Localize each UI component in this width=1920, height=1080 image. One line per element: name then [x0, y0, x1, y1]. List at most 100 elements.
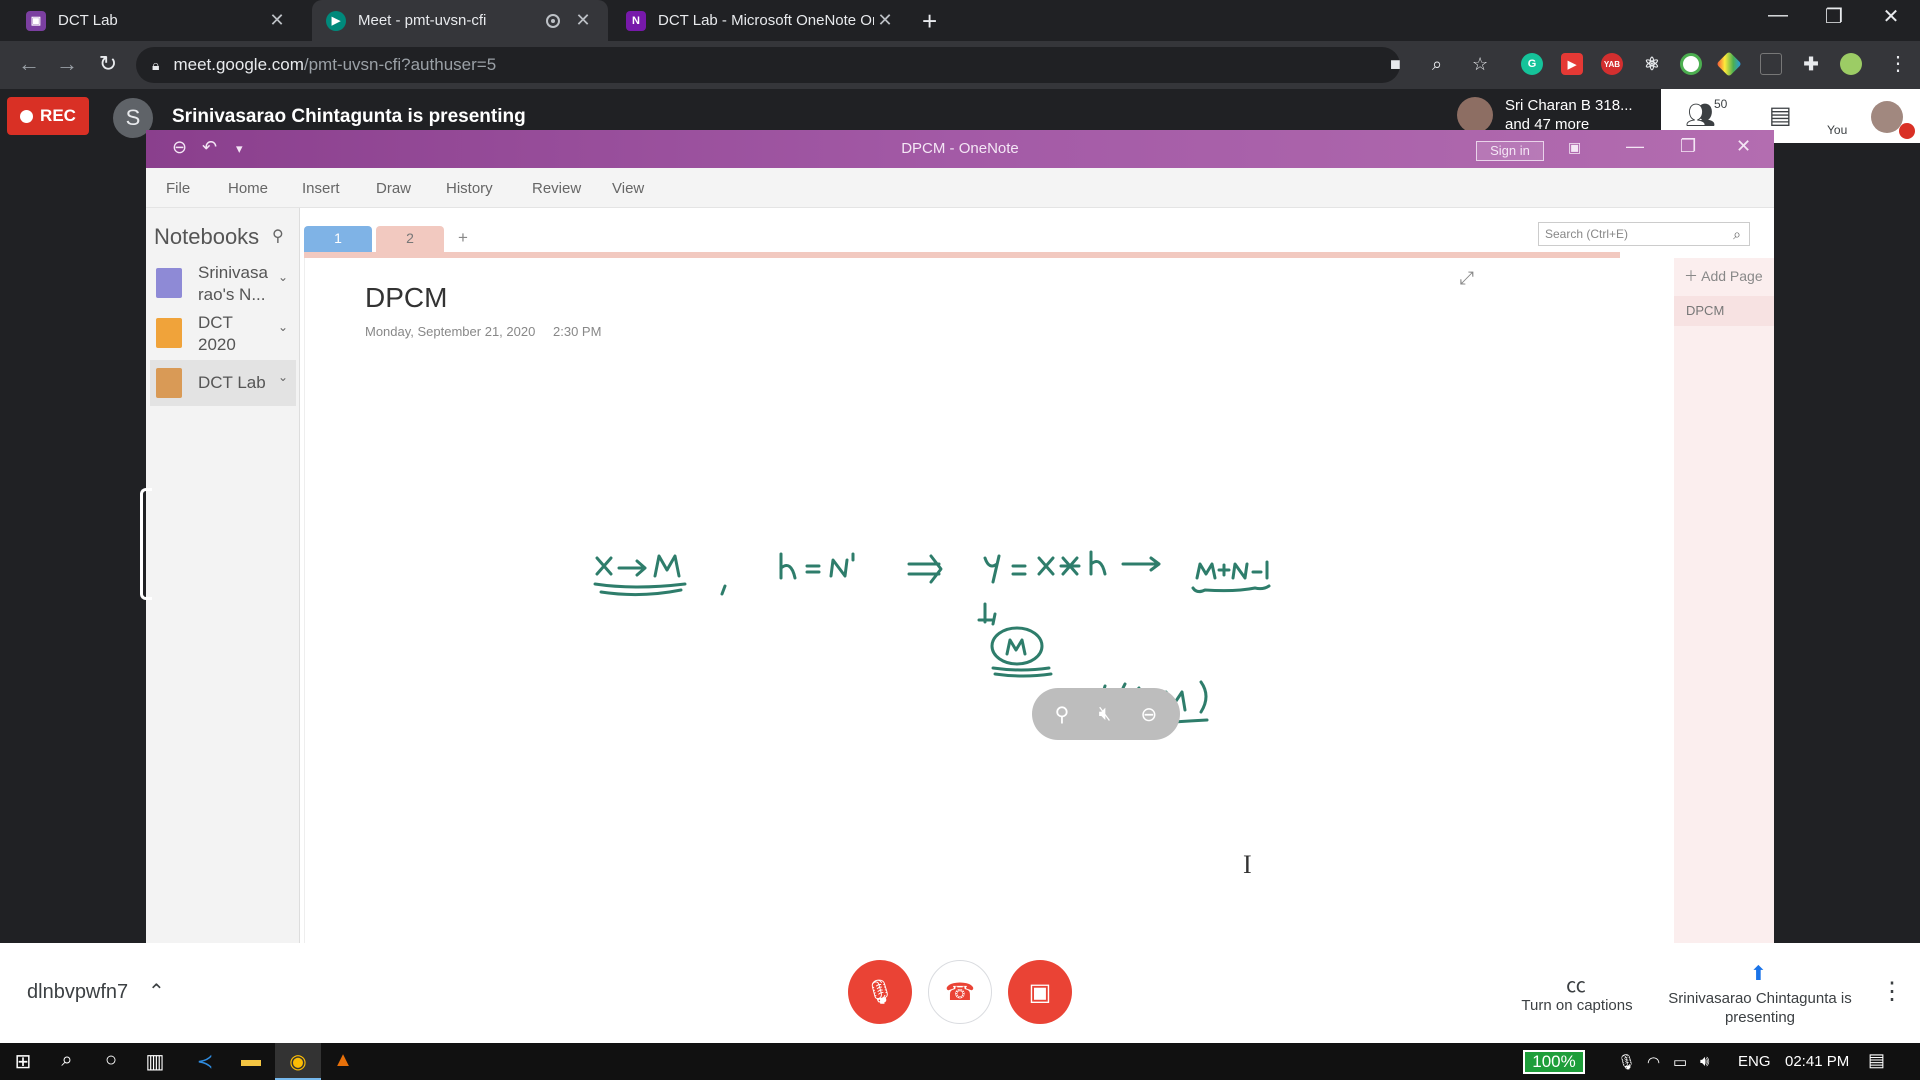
presenter-floating-controls: ⚲ 🔇︎ ⊖ [1032, 688, 1180, 740]
search-icon[interactable]: ⌕ [1733, 223, 1741, 245]
search-input[interactable]: Search (Ctrl+E) ⌕ [1538, 222, 1750, 246]
extension-grid-icon[interactable] [1760, 53, 1782, 75]
forward-icon[interactable]: → [52, 51, 82, 77]
browser-menu-icon[interactable]: ⋮ [1888, 51, 1908, 76]
vscode-icon[interactable]: ≺ [190, 1049, 220, 1074]
section-tab-1[interactable]: 1 [304, 226, 372, 252]
cortana-icon[interactable]: ○ [96, 1049, 126, 1072]
battery-indicator[interactable]: 100% [1523, 1050, 1585, 1074]
self-avatar[interactable] [1871, 101, 1903, 133]
notebook-label: DCT 2020 [198, 313, 236, 354]
hang-up-icon: ☎︎ [945, 978, 975, 1006]
notebooks-panel: Notebooks ⚲ Srinivasa rao's N... ⌄ DCT 2… [146, 208, 300, 943]
browser-tab-meet[interactable]: ▶ Meet - pmt-uvsn-cfi ✕ [312, 0, 608, 41]
onenote-minimize-icon[interactable]: — [1626, 136, 1644, 157]
close-tab-icon[interactable]: ✕ [874, 10, 896, 31]
ribbon-tab-insert[interactable]: Insert [302, 180, 340, 197]
file-explorer-icon[interactable]: ▬ [236, 1049, 266, 1072]
reload-icon[interactable]: ↻ [93, 51, 123, 77]
leave-call-button[interactable]: ☎︎ [928, 960, 992, 1024]
extension-red-icon[interactable]: ▶ [1561, 53, 1583, 75]
captions-label[interactable]: Turn on captions [1518, 997, 1636, 1014]
yab-extension-icon[interactable]: YAB [1601, 53, 1623, 75]
clock[interactable]: 02:41 PM [1785, 1053, 1849, 1070]
extensions-puzzle-icon[interactable]: ✚ [1800, 53, 1822, 75]
search-icon[interactable]: ⌕ [52, 1049, 82, 1072]
matlab-icon[interactable]: ▲ [328, 1049, 358, 1072]
notebook-item[interactable]: DCT Lab ⌄ [150, 360, 296, 406]
grammarly-extension-icon[interactable]: G [1521, 53, 1543, 75]
side-panel-handle[interactable] [140, 488, 152, 600]
address-bar[interactable]: 🔒︎ meet.google.com/pmt-uvsn-cfi?authuser… [136, 47, 1400, 83]
section-tab-2[interactable]: 2 [376, 226, 444, 252]
camera-permission-icon[interactable]: ■ [1390, 54, 1401, 75]
meeting-code[interactable]: dlnbvpwfn7 [27, 981, 128, 1004]
bookmark-star-icon[interactable]: ☆ [1472, 54, 1488, 75]
participant-avatar [1457, 97, 1493, 133]
zoom-icon[interactable]: ⌕ [1432, 54, 1442, 75]
pin-icon[interactable]: ⚲ [272, 226, 284, 246]
back-icon[interactable]: ← [14, 51, 44, 77]
mute-icon[interactable]: 🔇︎ [1099, 703, 1112, 726]
page-canvas[interactable]: DPCM Monday, September 21, 2020 2:30 PM … [304, 258, 1702, 943]
add-section-button[interactable]: + [458, 228, 468, 248]
captions-icon[interactable]: ㏄ [1566, 969, 1586, 998]
ribbon-display-icon[interactable]: ▣ [1568, 139, 1581, 156]
browser-tab-strip: ▣ DCT Lab ✕ ▶ Meet - pmt-uvsn-cfi ✕ N DC… [0, 0, 1920, 41]
battery-icon[interactable]: ▭ [1673, 1053, 1687, 1071]
sign-in-button[interactable]: Sign in [1476, 141, 1544, 161]
more-options-icon[interactable]: ⋮ [1880, 977, 1904, 1006]
presenting-status-label[interactable]: Srinivasarao Chintagunta is presenting [1660, 989, 1860, 1027]
chevron-down-icon[interactable]: ⌄ [278, 320, 288, 334]
browser-toolbar: ← → ↻ 🔒︎ meet.google.com/pmt-uvsn-cfi?au… [0, 41, 1920, 89]
present-screen-icon[interactable]: ⬆ [1750, 961, 1767, 986]
ribbon-tab-home[interactable]: Home [228, 180, 268, 197]
close-window-icon[interactable]: ✕ [1871, 4, 1911, 29]
remove-icon[interactable]: ⊖ [1141, 702, 1158, 727]
rec-label: REC [40, 106, 76, 125]
close-tab-icon[interactable]: ✕ [572, 10, 594, 31]
chevron-down-icon[interactable]: ⌄ [278, 270, 288, 284]
meet-bottom-bar: dlnbvpwfn7 ⌃ 🎙︎ ☎︎ ▣ ㏄ Turn on captions … [0, 943, 1920, 1043]
browser-tab-dct-lab[interactable]: ▣ DCT Lab ✕ [12, 0, 302, 41]
windows-start-icon[interactable]: ⊞ [8, 1049, 38, 1074]
chrome-icon[interactable]: ◉ [283, 1049, 313, 1074]
add-page-label: Add Page [1701, 268, 1763, 284]
close-tab-icon[interactable]: ✕ [266, 10, 288, 31]
volume-icon[interactable]: 🔊︎ [1700, 1053, 1709, 1070]
ribbon-tab-review[interactable]: Review [532, 180, 581, 197]
ribbon-tab-file[interactable]: File [166, 180, 190, 197]
people-icon[interactable]: 👥︎ [1685, 101, 1715, 130]
ribbon-tab-draw[interactable]: Draw [376, 180, 411, 197]
color-picker-extension-icon[interactable] [1716, 51, 1742, 77]
circle-extension-icon[interactable] [1680, 53, 1702, 75]
notifications-icon[interactable]: ▤ [1868, 1050, 1885, 1071]
onenote-restore-icon[interactable]: ❐ [1680, 136, 1696, 157]
browser-tab-onenote[interactable]: N DCT Lab - Microsoft OneNote Or ✕ [612, 0, 910, 41]
atom-extension-icon[interactable]: ⚛ [1641, 53, 1663, 75]
camera-off-button[interactable]: ▣ [1008, 960, 1072, 1024]
mic-off-button[interactable]: 🎙︎ [848, 960, 912, 1024]
microphone-icon[interactable]: 🎙︎ [1617, 1053, 1636, 1071]
ribbon-tab-view[interactable]: View [612, 180, 644, 197]
notebook-label: Srinivasa rao's N... [198, 263, 268, 304]
notebook-icon [156, 318, 182, 348]
task-view-icon[interactable]: ▥ [140, 1049, 170, 1074]
notebook-item[interactable]: DCT 2020 ⌄ [150, 310, 296, 356]
dct-lab-favicon-icon: ▣ [26, 10, 46, 31]
wifi-icon[interactable]: ◠ [1647, 1053, 1660, 1071]
notebook-item[interactable]: Srinivasa rao's N... ⌄ [150, 260, 296, 306]
language-indicator[interactable]: ENG [1738, 1053, 1771, 1070]
add-page-button[interactable]: ＋ Add Page [1684, 266, 1763, 286]
chevron-up-icon[interactable]: ⌃ [148, 979, 165, 1004]
page-list-item[interactable]: DPCM [1674, 296, 1774, 326]
pin-icon[interactable]: ⚲ [1055, 702, 1070, 727]
ribbon-tab-history[interactable]: History [446, 180, 493, 197]
new-tab-button[interactable]: + [922, 6, 937, 37]
chevron-down-icon[interactable]: ⌄ [278, 370, 288, 384]
minimize-icon[interactable]: — [1758, 4, 1798, 27]
restore-icon[interactable]: ❐ [1814, 4, 1854, 29]
onenote-close-icon[interactable]: ✕ [1736, 136, 1751, 157]
profile-avatar-icon[interactable] [1840, 53, 1862, 75]
chat-icon[interactable]: ▤ [1769, 101, 1792, 130]
